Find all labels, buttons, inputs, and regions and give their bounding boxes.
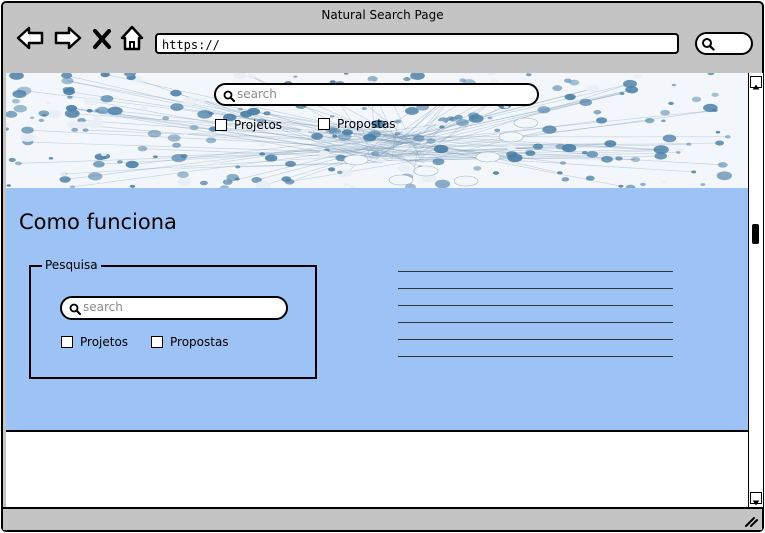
vertical-scrollbar[interactable] — [748, 73, 763, 507]
hero-filter-label: Projetos — [234, 118, 283, 132]
panel-search-box[interactable] — [60, 296, 288, 320]
text-line — [398, 356, 673, 357]
panel-filter-projetos[interactable]: Projetos — [61, 335, 128, 349]
x-icon — [93, 29, 111, 49]
text-line — [398, 322, 673, 323]
search-panel: Pesquisa Projetos Propostas — [29, 258, 317, 379]
checkbox-icon[interactable] — [318, 118, 330, 130]
text-line — [398, 288, 673, 289]
panel-filter-propostas[interactable]: Propostas — [151, 335, 229, 349]
checkbox-icon[interactable] — [215, 119, 227, 131]
search-icon — [69, 303, 81, 315]
scroll-up-button[interactable] — [750, 76, 762, 90]
text-line — [398, 305, 673, 306]
panel-search-input[interactable] — [83, 300, 276, 314]
text-line — [398, 339, 673, 340]
browser-search-button[interactable] — [695, 32, 753, 55]
panel-filter-label: Propostas — [170, 335, 229, 349]
hero-search-input[interactable] — [237, 87, 514, 101]
arrow-left-icon — [16, 26, 44, 50]
content-section: Como funciona Pesquisa Projetos Prop — [6, 188, 748, 432]
home-icon — [120, 25, 144, 51]
browser-window: Natural Search Page https:// search Proj… — [1, 1, 764, 532]
scroll-down-button[interactable] — [750, 492, 762, 506]
checkbox-icon[interactable] — [61, 336, 73, 348]
hero-filter-label: Propostas — [337, 117, 396, 131]
window-title: Natural Search Page — [321, 8, 444, 22]
hero-search-box[interactable] — [214, 83, 539, 106]
triangle-up-icon — [752, 84, 760, 90]
page-viewport: Projetos Propostas Como funciona Pesquis… — [6, 73, 748, 507]
page-footer-area — [6, 434, 748, 507]
resize-grip-icon[interactable] — [744, 515, 758, 527]
url-bar[interactable] — [155, 33, 679, 54]
scroll-thumb[interactable] — [752, 224, 759, 244]
stop-button[interactable] — [91, 23, 113, 53]
page-title: Como funciona — [19, 210, 177, 234]
forward-button[interactable] — [53, 23, 83, 53]
search-icon — [223, 90, 235, 102]
text-line — [398, 271, 673, 272]
hero-filter-projetos[interactable]: Projetos — [215, 118, 282, 132]
panel-filter-label: Projetos — [80, 335, 129, 349]
text-placeholder-lines — [398, 271, 673, 373]
back-button[interactable] — [15, 23, 45, 53]
hero-filter-propostas[interactable]: Propostas — [318, 117, 396, 131]
search-panel-legend: Pesquisa — [42, 258, 101, 272]
search-icon — [702, 38, 715, 51]
status-bar — [3, 507, 762, 530]
checkbox-icon[interactable] — [151, 336, 163, 348]
hero-banner: Projetos Propostas — [6, 73, 748, 188]
home-button[interactable] — [119, 23, 145, 53]
arrow-right-icon — [54, 26, 82, 50]
